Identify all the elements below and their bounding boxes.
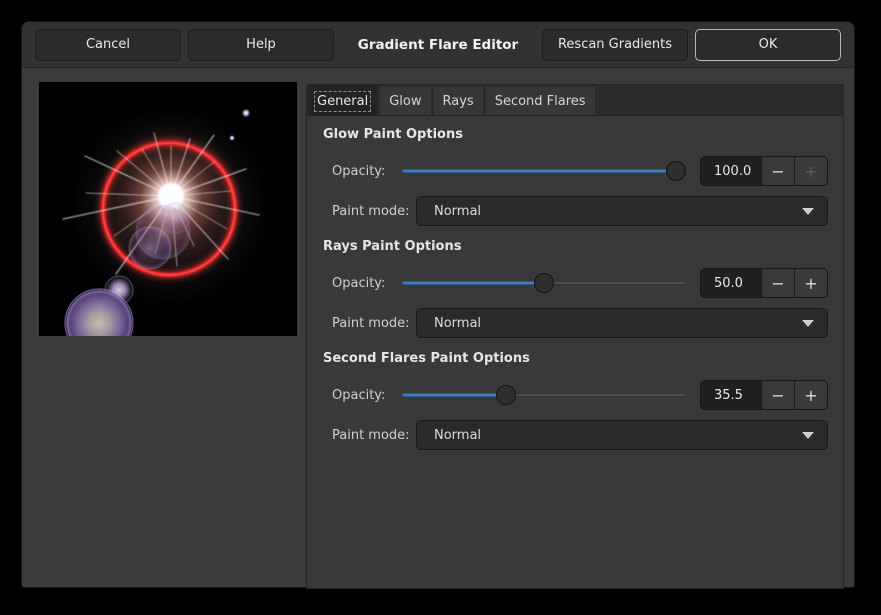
paint-mode-label: Paint mode: [332,316,416,331]
chevron-down-icon [802,432,814,439]
rescan-gradients-button[interactable]: Rescan Gradients [542,29,688,61]
rays-opacity-spinbox: 50.0 − + [700,268,828,298]
chevron-down-icon [802,320,814,327]
minus-button[interactable]: − [761,157,794,185]
second-flares-opacity-spinbox: 35.5 − + [700,380,828,410]
second-flares-opacity-slider[interactable] [402,384,688,406]
dialog-content: General Glow Rays Second Flares Glow Pai… [22,68,854,587]
opacity-row: Opacity: 35.5 − + [332,380,828,410]
chevron-down-icon [802,208,814,215]
paint-mode-row: Paint mode: Normal [332,196,828,226]
glow-paint-mode-dropdown[interactable]: Normal [416,196,828,226]
opacity-label: Opacity: [332,164,402,179]
opacity-label: Opacity: [332,276,402,291]
settings-notebook: General Glow Rays Second Flares Glow Pai… [306,84,844,589]
header-bar: Cancel Help Gradient Flare Editor Rescan… [22,22,854,68]
rays-paint-options-section: Rays Paint Options Opacity: 50.0 − + [323,238,828,338]
paint-mode-label: Paint mode: [332,428,416,443]
section-heading: Glow Paint Options [323,126,828,143]
slider-handle[interactable] [534,273,554,293]
minus-button[interactable]: − [761,269,794,297]
slider-handle[interactable] [666,161,686,181]
slider-fill [402,393,503,397]
ok-button[interactable]: OK [695,29,841,61]
paint-mode-value: Normal [434,316,802,331]
general-tab-page: Glow Paint Options Opacity: 100.0 − + [307,116,843,450]
tab-glow-label: Glow [389,94,421,109]
tab-rays-label: Rays [443,94,474,109]
paint-mode-row: Paint mode: Normal [332,308,828,338]
tab-rays[interactable]: Rays [434,87,483,115]
slider-handle[interactable] [496,385,516,405]
window-title: Gradient Flare Editor [358,37,518,53]
flare-preview-svg [39,82,297,336]
glow-paint-options-section: Glow Paint Options Opacity: 100.0 − + [323,126,828,226]
rays-opacity-slider[interactable] [402,272,688,294]
glow-opacity-slider[interactable] [402,160,688,182]
rays-paint-mode-dropdown[interactable]: Normal [416,308,828,338]
plus-button[interactable]: + [794,381,827,409]
section-heading: Rays Paint Options [323,238,828,255]
flare-preview-image [39,82,297,336]
slider-fill [402,169,686,173]
tab-general[interactable]: General [308,85,377,115]
second-flares-paint-options-section: Second Flares Paint Options Opacity: 35.… [323,350,828,450]
rays-opacity-value[interactable]: 50.0 [701,269,761,297]
opacity-row: Opacity: 100.0 − + [332,156,828,186]
tab-strip: General Glow Rays Second Flares [307,85,843,116]
paint-mode-row: Paint mode: Normal [332,420,828,450]
plus-button[interactable]: + [794,269,827,297]
tab-glow[interactable]: Glow [380,87,430,115]
second-flares-paint-mode-dropdown[interactable]: Normal [416,420,828,450]
title-area: Gradient Flare Editor [341,37,535,53]
gradient-flare-editor-dialog: Cancel Help Gradient Flare Editor Rescan… [21,21,855,588]
slider-fill [402,281,544,285]
cancel-button[interactable]: Cancel [35,29,181,61]
tab-second-flares[interactable]: Second Flares [486,87,595,115]
second-flares-opacity-value[interactable]: 35.5 [701,381,761,409]
opacity-row: Opacity: 50.0 − + [332,268,828,298]
plus-button[interactable]: + [794,157,827,185]
glow-opacity-spinbox: 100.0 − + [700,156,828,186]
glow-opacity-value[interactable]: 100.0 [701,157,761,185]
minus-button[interactable]: − [761,381,794,409]
section-heading: Second Flares Paint Options [323,350,828,367]
help-button[interactable]: Help [188,29,334,61]
opacity-label: Opacity: [332,388,402,403]
tab-general-label: General [317,94,368,109]
paint-mode-label: Paint mode: [332,204,416,219]
paint-mode-value: Normal [434,428,802,443]
tab-second-flares-label: Second Flares [495,94,586,109]
paint-mode-value: Normal [434,204,802,219]
